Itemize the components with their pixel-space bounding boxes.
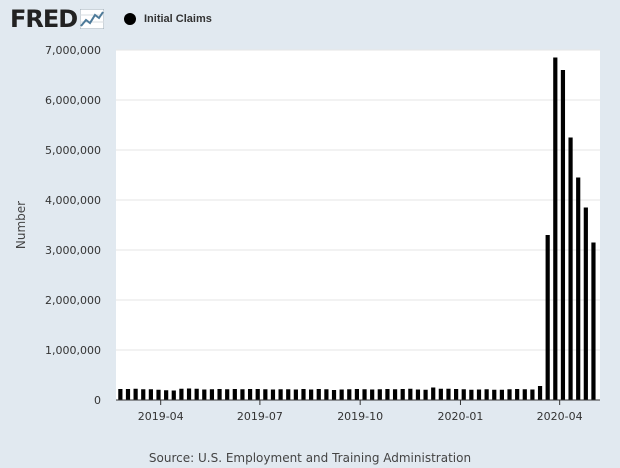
bar (324, 389, 329, 400)
bar (263, 389, 268, 400)
bar (392, 389, 398, 400)
plot-background (116, 50, 600, 400)
y-tick-label: 7,000,000 (45, 44, 101, 57)
bar (331, 390, 337, 400)
bar (515, 389, 520, 400)
x-tick-label: 2019-07 (237, 410, 283, 423)
bar (576, 177, 581, 400)
x-tick-label: 2020-01 (437, 410, 483, 423)
y-tick-label: 5,000,000 (45, 144, 101, 157)
bar (179, 388, 184, 400)
bar (469, 389, 474, 400)
bar (354, 389, 360, 400)
bar (583, 207, 588, 400)
chart: 0 1,000,000 2,000,000 3,000,000 4,000,000 5,0… (14, 44, 600, 423)
bar (560, 70, 566, 400)
bar (232, 389, 237, 400)
bar (186, 388, 192, 400)
bar (194, 388, 199, 400)
bar (141, 389, 146, 400)
y-tick-label: 3,000,000 (45, 244, 101, 257)
bar (476, 389, 482, 400)
bar (499, 389, 504, 400)
bar (408, 388, 413, 400)
bar (148, 389, 153, 400)
bar (438, 388, 443, 400)
y-tick-label: 4,000,000 (45, 194, 101, 207)
bar (339, 389, 344, 400)
bar (301, 389, 306, 400)
bar (492, 389, 497, 400)
y-tick-label: 0 (94, 394, 101, 407)
x-tick-label: 2020-04 (537, 410, 583, 423)
bar (309, 389, 314, 400)
bar (553, 57, 558, 400)
bar (537, 386, 543, 400)
x-axis: 2019-04 2019-07 2019-10 2020-01 2020-04 (138, 400, 583, 423)
bar (171, 390, 176, 400)
bar (278, 389, 283, 400)
y-tick-label: 6,000,000 (45, 94, 101, 107)
bar (431, 387, 436, 400)
bar (240, 389, 245, 400)
bar (133, 388, 138, 400)
bar (370, 389, 375, 400)
bar (202, 389, 207, 400)
bar (545, 235, 550, 400)
bar (156, 389, 161, 400)
bar (530, 389, 535, 400)
bar (225, 389, 230, 400)
bar (400, 389, 405, 400)
y-axis-label: Number (14, 201, 28, 249)
bar (347, 389, 352, 400)
bar (461, 389, 466, 400)
bar (125, 389, 131, 400)
bar (568, 137, 573, 400)
bar (446, 388, 451, 400)
bar (484, 389, 489, 400)
bar (164, 390, 169, 400)
bar (507, 389, 512, 400)
x-tick-label: 2019-10 (337, 410, 383, 423)
bar (522, 389, 527, 400)
bar (385, 389, 390, 400)
bar (423, 389, 428, 400)
bar (270, 389, 276, 400)
bar (377, 389, 382, 400)
y-tick-label: 1,000,000 (45, 344, 101, 357)
bar (454, 389, 459, 400)
bar (209, 389, 215, 400)
source-note: Source: U.S. Employment and Training Adm… (148, 451, 472, 465)
bar (591, 242, 596, 400)
bar (118, 389, 123, 400)
x-tick-label: 2019-04 (138, 410, 184, 423)
bar (316, 389, 321, 400)
y-tick-label: 2,000,000 (45, 294, 101, 307)
bar (286, 389, 291, 400)
bar (362, 389, 367, 400)
bar (247, 389, 253, 400)
bar (217, 389, 222, 400)
y-axis: 0 1,000,000 2,000,000 3,000,000 4,000,000 5,0… (45, 44, 101, 407)
bar (255, 389, 260, 400)
bar (293, 389, 298, 400)
bar (415, 389, 421, 400)
